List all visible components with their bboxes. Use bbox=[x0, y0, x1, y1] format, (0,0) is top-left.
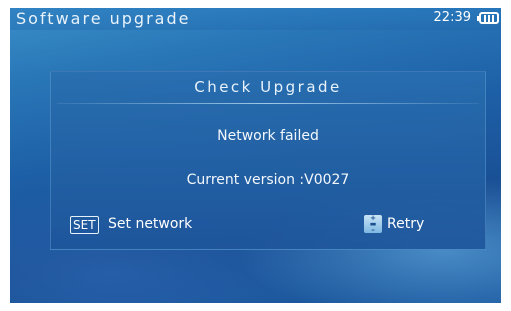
status-bar: Software upgrade 22:39 bbox=[10, 8, 501, 30]
check-upgrade-dialog: Check Upgrade Network failed Current ver… bbox=[50, 71, 486, 250]
clock: 22:39 bbox=[433, 10, 471, 25]
dialog-title: Check Upgrade bbox=[194, 78, 342, 96]
title-divider bbox=[57, 103, 479, 104]
current-version: Current version :V0027 bbox=[186, 172, 350, 188]
adjust-key-icon[interactable]: + ▬ – bbox=[364, 215, 382, 234]
battery-icon bbox=[477, 12, 499, 24]
set-key-icon[interactable]: SET bbox=[70, 216, 99, 234]
retry-button[interactable]: Retry bbox=[387, 216, 424, 232]
device-screen: Software upgrade 22:39 Check Upgrade Net… bbox=[10, 8, 501, 303]
status-message: Network failed bbox=[217, 128, 319, 144]
set-network-button[interactable]: Set network bbox=[108, 216, 192, 232]
screen-title: Software upgrade bbox=[16, 9, 191, 28]
